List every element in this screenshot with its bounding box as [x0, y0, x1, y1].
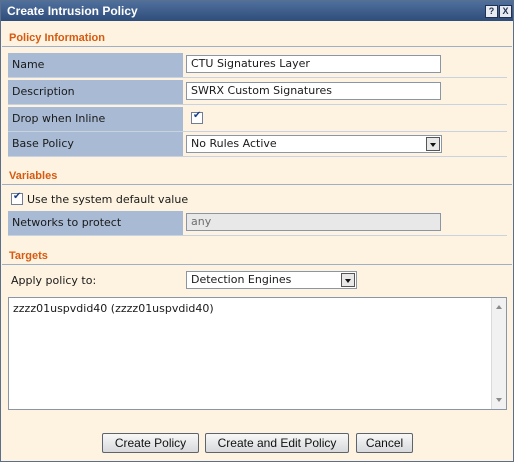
networks-input: any: [186, 213, 441, 231]
chevron-down-icon[interactable]: [341, 273, 355, 287]
name-row: Name CTU Signatures Layer: [8, 53, 507, 78]
cancel-button[interactable]: Cancel: [356, 433, 413, 453]
base-policy-value: No Rules Active: [191, 137, 277, 150]
apply-policy-value: Detection Engines: [191, 273, 292, 286]
chevron-down-icon[interactable]: [426, 137, 440, 151]
scroll-down-icon[interactable]: [496, 398, 502, 402]
drop-when-inline-checkbox[interactable]: [191, 110, 203, 124]
networks-label: Networks to protect: [8, 211, 183, 235]
list-item[interactable]: zzzz01uspvdid40 (zzzz01uspvdid40): [13, 302, 502, 315]
name-label: Name: [8, 53, 183, 77]
dialog-titlebar: Create Intrusion Policy ? X: [1, 1, 513, 21]
create-intrusion-policy-dialog: Create Intrusion Policy ? X Policy Infor…: [0, 0, 514, 462]
use-system-default-checkbox[interactable]: [11, 191, 23, 205]
close-icon[interactable]: X: [499, 5, 512, 18]
apply-policy-label: Apply policy to:: [11, 274, 97, 287]
targets-header: Targets: [2, 248, 512, 265]
create-policy-button[interactable]: Create Policy: [102, 433, 199, 453]
help-icon[interactable]: ?: [485, 5, 498, 18]
policy-information-header: Policy Information: [2, 30, 512, 47]
description-input[interactable]: SWRX Custom Signatures: [186, 82, 441, 100]
base-policy-row: Base Policy No Rules Active: [8, 132, 507, 157]
scrollbar[interactable]: [491, 298, 506, 409]
dialog-title: Create Intrusion Policy: [7, 4, 138, 18]
apply-policy-select[interactable]: Detection Engines: [186, 271, 357, 289]
scroll-up-icon[interactable]: [496, 305, 502, 309]
use-system-default-label: Use the system default value: [27, 193, 189, 206]
drop-when-inline-row: Drop when Inline: [8, 107, 507, 132]
create-and-edit-policy-button[interactable]: Create and Edit Policy: [205, 433, 349, 453]
base-policy-label: Base Policy: [8, 132, 183, 156]
base-policy-select[interactable]: No Rules Active: [186, 135, 442, 153]
targets-listbox[interactable]: zzzz01uspvdid40 (zzzz01uspvdid40): [8, 297, 507, 410]
description-label: Description: [8, 80, 183, 104]
description-row: Description SWRX Custom Signatures: [8, 80, 507, 105]
variables-header: Variables: [2, 168, 512, 185]
networks-row: Networks to protect any: [8, 211, 507, 236]
drop-when-inline-label: Drop when Inline: [8, 107, 183, 131]
name-input[interactable]: CTU Signatures Layer: [186, 55, 441, 73]
